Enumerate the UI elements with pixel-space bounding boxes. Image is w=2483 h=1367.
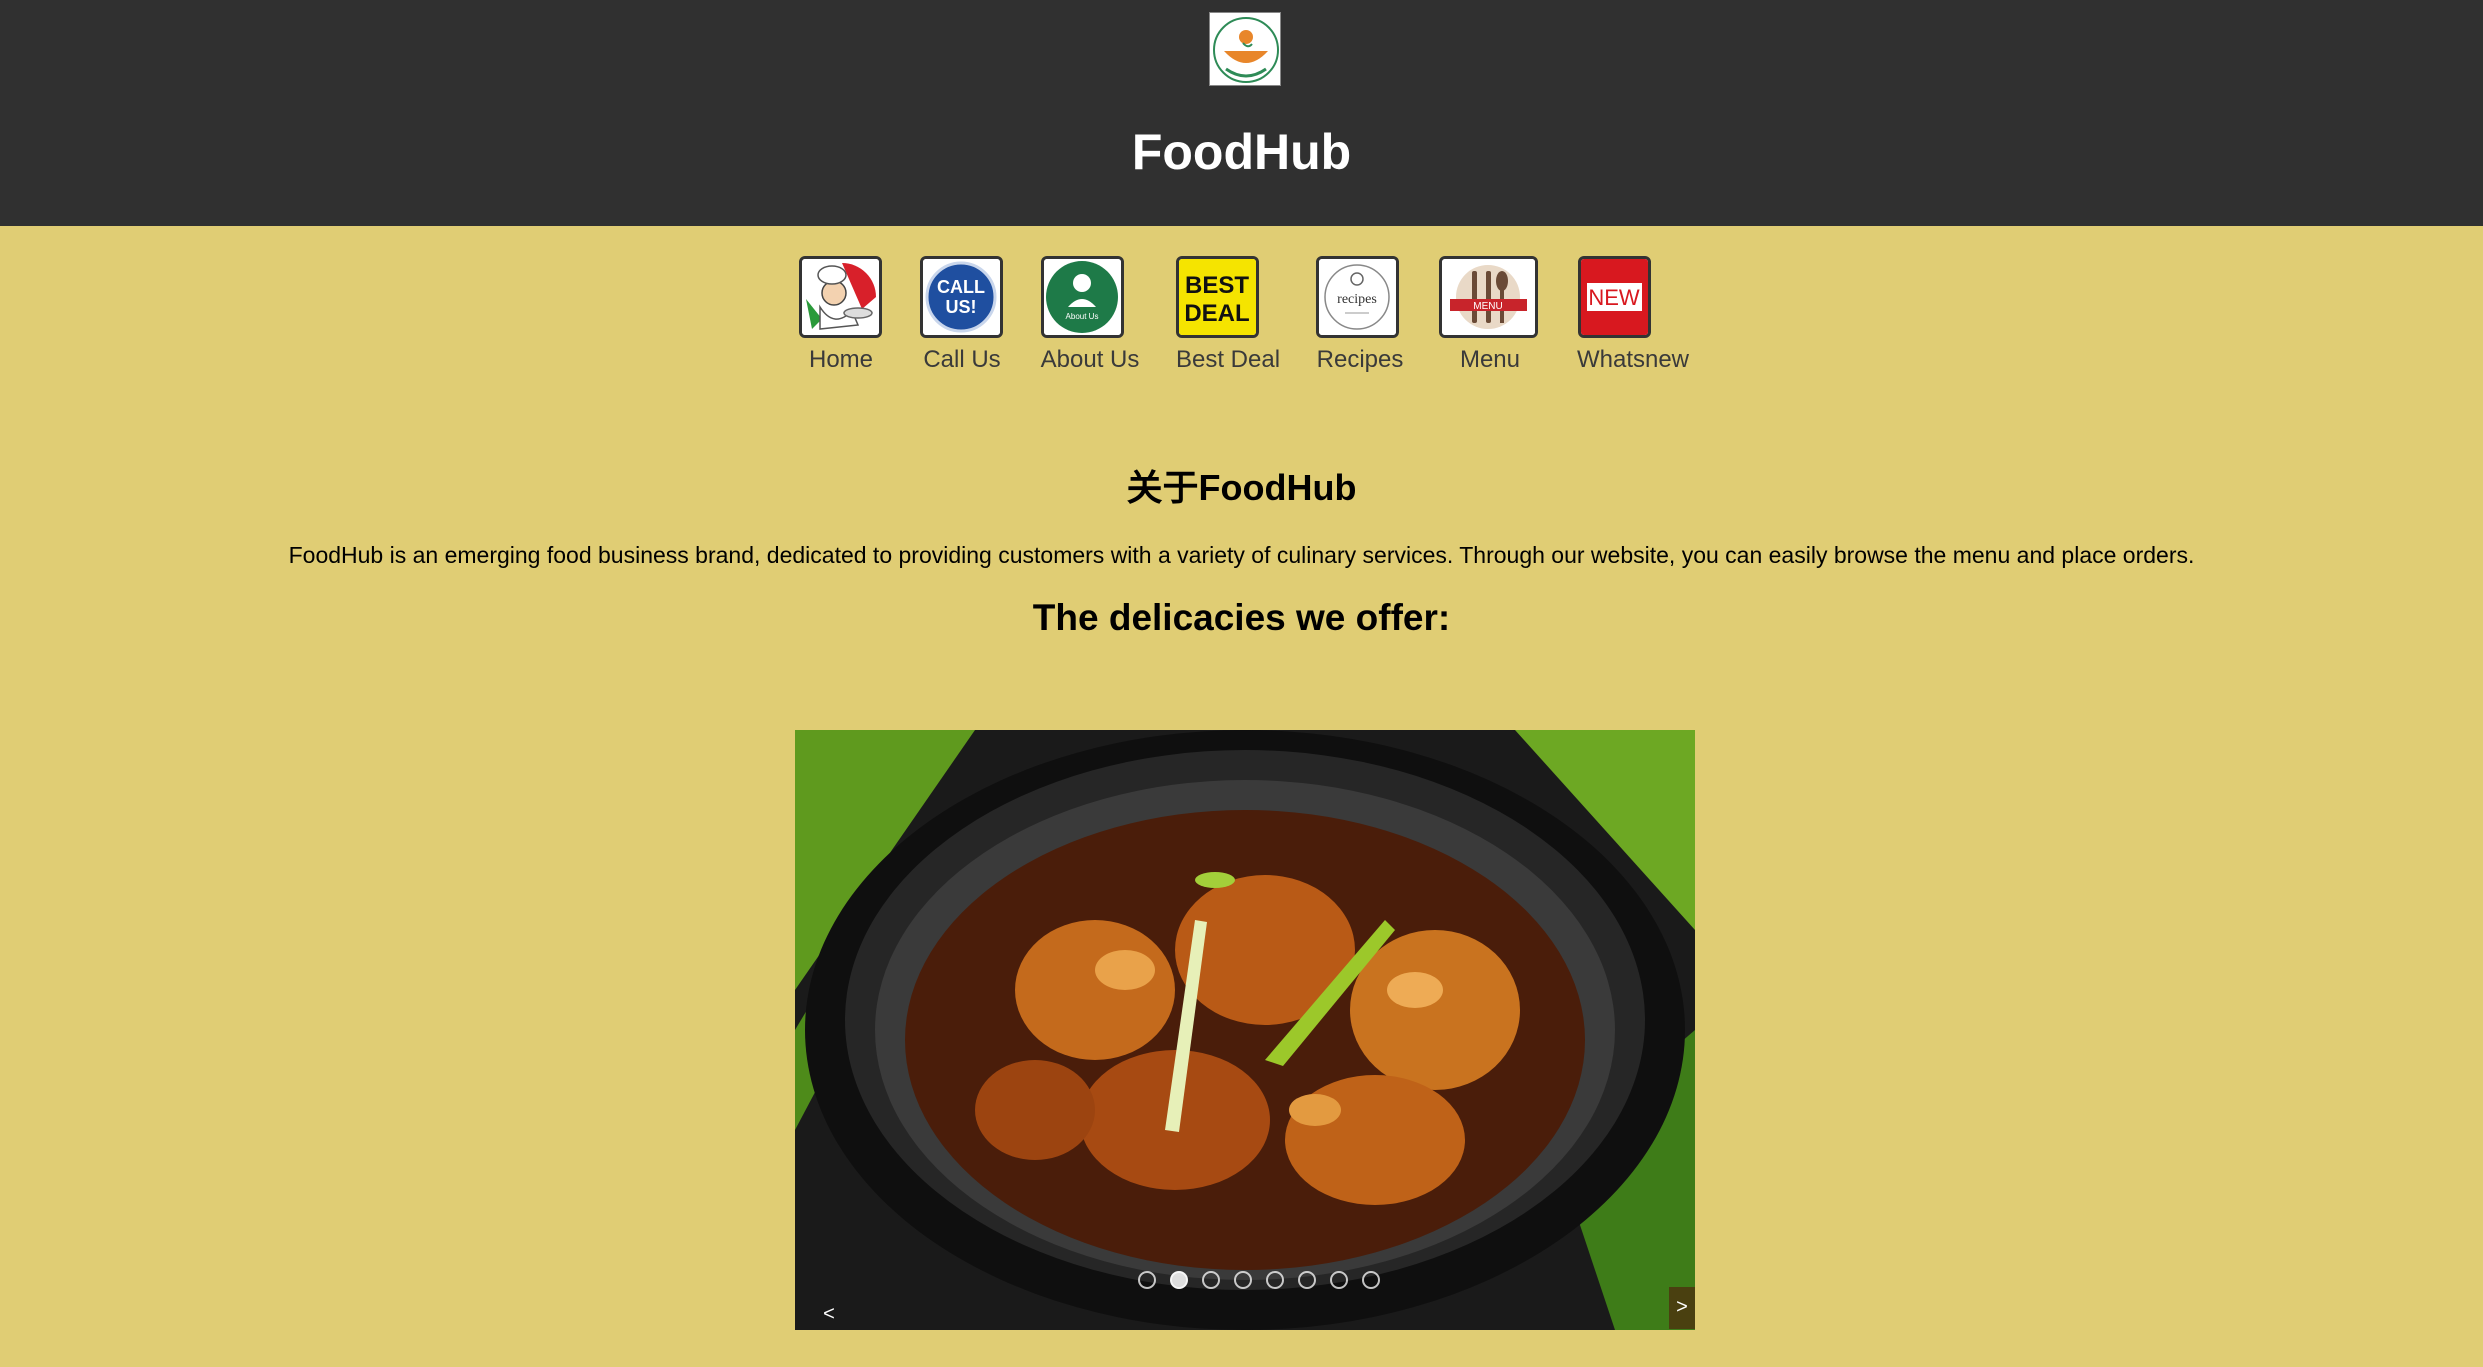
braised-dish-photo xyxy=(795,730,1695,1330)
slide-indicators xyxy=(0,1271,2483,1291)
menu-icon[interactable]: MENU xyxy=(1439,256,1538,338)
nav-label-best-deal: Best Deal xyxy=(1175,346,1281,373)
foodhub-logo[interactable] xyxy=(1209,12,1281,86)
nav-label-about-us: About Us xyxy=(1040,346,1140,373)
best-deal-icon[interactable]: BEST DEAL xyxy=(1176,256,1259,338)
chef-icon[interactable] xyxy=(799,256,882,338)
nav-label-home: Home xyxy=(808,346,874,373)
slide-dot-5[interactable] xyxy=(1266,1271,1284,1289)
slide-dot-2[interactable] xyxy=(1170,1271,1188,1289)
call-us-icon[interactable]: CALL US! xyxy=(920,256,1003,338)
nav-label-whatsnew: Whatsnew xyxy=(1576,346,1690,373)
food-slideshow[interactable] xyxy=(795,730,1695,1330)
nav-label-call-us: Call Us xyxy=(923,346,1001,373)
about-text: FoodHub is an emerging food business bra… xyxy=(288,542,2195,568)
svg-text:DEAL: DEAL xyxy=(1184,300,1249,327)
slide-dot-4[interactable] xyxy=(1234,1271,1252,1289)
slide-dot-6[interactable] xyxy=(1298,1271,1316,1289)
site-header: FoodHub xyxy=(0,0,2483,226)
recipes-icon[interactable]: recipes xyxy=(1316,256,1399,338)
slide-dot-8[interactable] xyxy=(1362,1271,1380,1289)
nav-label-recipes: Recipes xyxy=(1316,346,1404,373)
site-title: FoodHub xyxy=(1131,124,1352,180)
about-heading: 关于FoodHub xyxy=(1126,467,1357,508)
slide-next-button[interactable]: > xyxy=(1669,1287,1695,1329)
nav-label-menu: Menu xyxy=(1459,346,1521,373)
svg-text:US!: US! xyxy=(946,297,977,317)
svg-text:About Us: About Us xyxy=(1066,312,1099,321)
about-us-icon[interactable]: About Us xyxy=(1041,256,1124,338)
svg-text:BEST: BEST xyxy=(1185,272,1249,299)
svg-text:recipes: recipes xyxy=(1337,292,1377,307)
svg-text:NEW: NEW xyxy=(1588,285,1640,310)
svg-text:MENU: MENU xyxy=(1473,301,1502,312)
slide-dot-7[interactable] xyxy=(1330,1271,1348,1289)
slide-dot-3[interactable] xyxy=(1202,1271,1220,1289)
offer-heading: The delicacies we offer: xyxy=(1032,597,1451,638)
svg-text:CALL: CALL xyxy=(937,277,985,297)
new-icon[interactable]: NEW xyxy=(1578,256,1651,338)
slide-prev-button[interactable]: < xyxy=(816,1294,842,1334)
slide-dot-1[interactable] xyxy=(1138,1271,1156,1289)
